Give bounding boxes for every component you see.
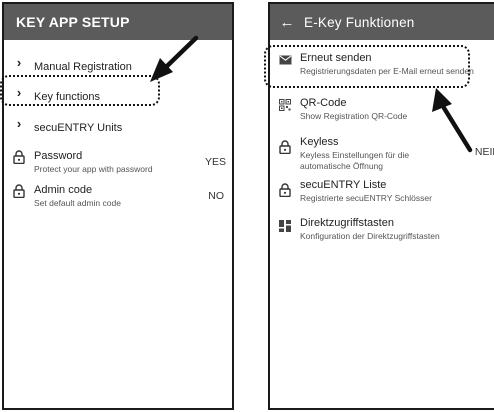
nav-item-label: secuENTRY Units: [34, 122, 123, 134]
function-qr-code[interactable]: QR-Code Show Registration QR-Code: [270, 97, 494, 122]
function-description: Keyless Einstellungen für die automatisc…: [300, 150, 410, 171]
nav-item-secuentry-units[interactable]: › secuENTRY Units: [4, 116, 232, 136]
setting-password[interactable]: Password Protect your app with password …: [4, 150, 232, 175]
screen-title: KEY APP SETUP: [16, 14, 130, 30]
function-description: Konfiguration der Direktzugriffstasten: [300, 231, 440, 241]
dashboard-icon: [270, 217, 300, 232]
function-direct-access-keys[interactable]: Direktzugriffstasten Konfiguration der D…: [270, 217, 494, 242]
setting-value: YES: [204, 156, 226, 168]
highlight-resend: [264, 45, 470, 88]
lock-icon: [4, 184, 34, 198]
qr-code-icon: [270, 97, 300, 111]
function-description: Show Registration QR-Code: [300, 111, 408, 121]
highlight-key-functions: [0, 75, 160, 106]
chevron-right-icon: ›: [16, 116, 22, 131]
function-label: Keyless: [300, 136, 339, 148]
nav-item-label: Manual Registration: [34, 61, 132, 73]
setting-admin-code[interactable]: Admin code Set default admin code NO: [4, 184, 232, 209]
function-secuentry-list[interactable]: secuENTRY Liste Registrierte secuENTRY S…: [270, 179, 494, 204]
screen-title: E-Key Funktionen: [304, 14, 415, 30]
function-value: NEIN: [474, 146, 494, 158]
function-keyless[interactable]: Keyless Keyless Einstellungen für die au…: [270, 136, 494, 171]
key-app-setup-screen: KEY APP SETUP › Manual Registration › Ke…: [2, 2, 234, 410]
app-bar: ← E-Key Funktionen: [270, 4, 494, 40]
chevron-right-icon: ›: [16, 55, 22, 70]
function-label: Direktzugriffstasten: [300, 217, 394, 229]
back-arrow-icon[interactable]: ←: [270, 14, 304, 31]
lock-icon: [270, 136, 300, 154]
lock-icon: [4, 150, 34, 164]
setting-description: Set default admin code: [34, 198, 121, 208]
setting-label: Password: [34, 150, 83, 162]
function-label: secuENTRY Liste: [300, 179, 387, 191]
function-description: Registrierte secuENTRY Schlösser: [300, 193, 432, 203]
setting-description: Protect your app with password: [34, 164, 153, 174]
nav-item-manual-registration[interactable]: › Manual Registration: [4, 55, 232, 75]
setting-value: NO: [208, 190, 224, 202]
function-label: QR-Code: [300, 97, 347, 109]
setting-label: Admin code: [34, 184, 93, 196]
app-bar: KEY APP SETUP: [4, 4, 232, 40]
lock-icon: [270, 179, 300, 197]
